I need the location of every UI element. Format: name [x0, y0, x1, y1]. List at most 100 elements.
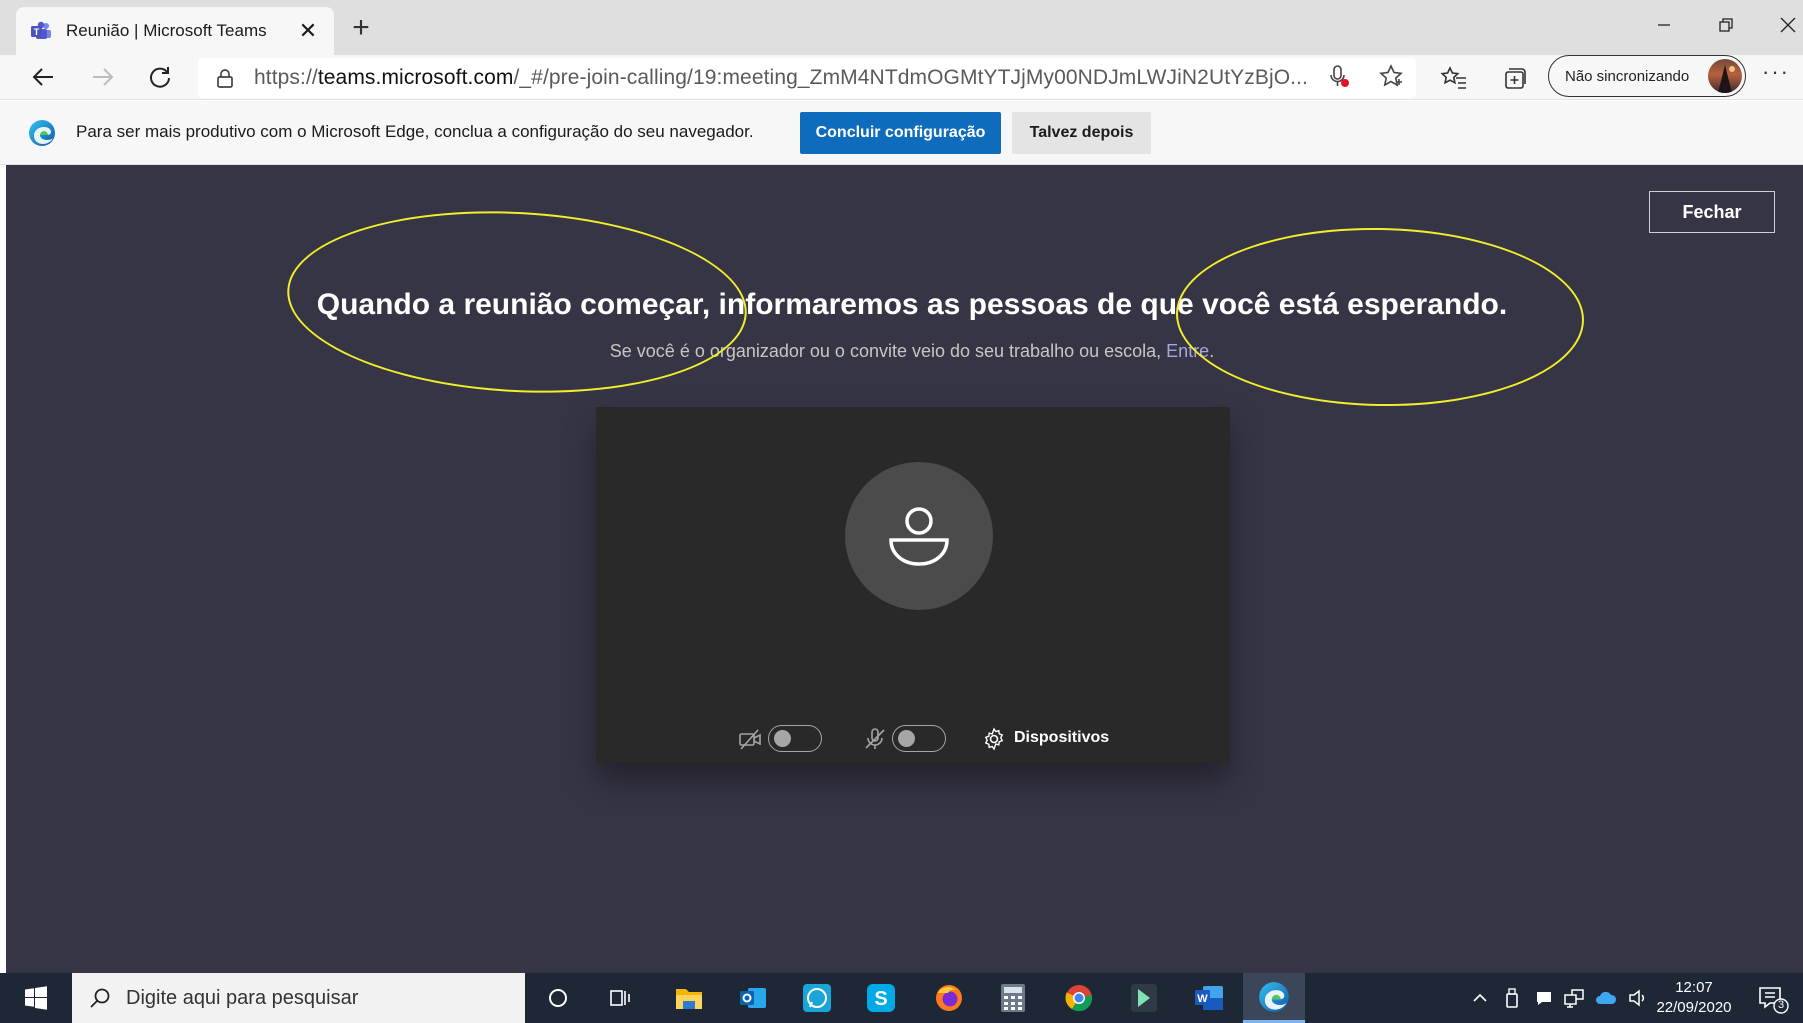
address-bar[interactable]: https://teams.microsoft.com/_#/pre-join-…: [198, 58, 1416, 98]
url-path: /_#/pre-join-calling/19:meeting_ZmM4NTdm…: [513, 66, 1308, 89]
avatar: [1708, 59, 1742, 93]
cortana-button[interactable]: [527, 973, 589, 1023]
restore-button[interactable]: [1696, 0, 1756, 50]
volume-tray-button[interactable]: [1626, 986, 1650, 1010]
cortana-icon: [549, 989, 567, 1007]
video-preview: Dispositivos: [596, 407, 1230, 763]
edge-button[interactable]: [1243, 973, 1305, 1023]
network-tray-button[interactable]: [1562, 986, 1586, 1010]
favorites-icon[interactable]: [1440, 64, 1468, 92]
restore-icon: [1719, 18, 1733, 32]
close-button[interactable]: Fechar: [1649, 191, 1775, 233]
url-text[interactable]: https://teams.microsoft.com/_#/pre-join-…: [254, 66, 1416, 90]
svg-text:T: T: [34, 27, 40, 37]
maybe-later-button[interactable]: Talvez depois: [1012, 112, 1151, 154]
calculator-button[interactable]: [982, 973, 1044, 1023]
more-button[interactable]: ···: [1762, 59, 1790, 85]
tab-strip: T Reunião | Microsoft Teams ✕ +: [0, 0, 1803, 55]
teams-icon: T: [31, 21, 51, 39]
app-arrow-icon: [1131, 984, 1157, 1012]
minimize-icon: [1658, 24, 1670, 26]
sign-in-hint-text: Se você é o organizador ou o convite vei…: [609, 341, 1162, 361]
avatar-image-icon: [1718, 65, 1735, 93]
sign-in-hint: Se você é o organizador ou o convite vei…: [6, 341, 1803, 362]
teams-prejoin-screen: Fechar Quando a reunião começar, informa…: [6, 165, 1803, 973]
forward-arrow-icon: [93, 68, 114, 86]
browser-toolbar: https://teams.microsoft.com/_#/pre-join-…: [0, 55, 1803, 100]
tab-title: Reunião | Microsoft Teams: [66, 21, 267, 40]
svg-text:S: S: [874, 988, 887, 1010]
start-button[interactable]: [0, 973, 72, 1023]
chrome-button[interactable]: [1048, 973, 1110, 1023]
action-center-button[interactable]: 3: [1756, 983, 1790, 1015]
new-tab-button[interactable]: +: [342, 10, 380, 48]
usb-drive-icon: [1506, 988, 1518, 1008]
show-hidden-icons-button[interactable]: [1468, 986, 1492, 1010]
whatsapp-icon: [803, 984, 831, 1012]
favorite-star-icon[interactable]: [1378, 63, 1404, 89]
mic-toggle-knob: [898, 730, 915, 747]
mic-off-icon: [865, 728, 885, 749]
windows-logo-icon: [25, 986, 47, 1010]
avatar: [845, 462, 993, 610]
back-button[interactable]: [24, 57, 64, 97]
outlook-icon: [740, 988, 766, 1008]
skype-button[interactable]: S: [850, 973, 912, 1023]
page-title: Quando a reunião começar, informaremos a…: [316, 288, 1508, 321]
search-icon: [90, 988, 110, 1008]
outlook-button[interactable]: [722, 973, 784, 1023]
mic-toggle[interactable]: [892, 725, 946, 752]
chat-bubble-icon: [1537, 992, 1551, 1005]
forward-button[interactable]: [82, 57, 122, 97]
clock-date: 22/09/2020: [1656, 999, 1732, 1016]
windows-taskbar: Digite aqui para pesquisar S W 12:07 22/…: [0, 973, 1803, 1023]
firefox-icon: [936, 985, 962, 1011]
devices-button[interactable]: Dispositivos: [1014, 729, 1109, 747]
sign-in-hint-end: .: [1209, 341, 1215, 361]
tab-teams-meeting[interactable]: T Reunião | Microsoft Teams ✕: [16, 7, 334, 55]
collections-icon[interactable]: [1500, 64, 1528, 92]
arrow-app-button[interactable]: [1113, 973, 1175, 1023]
tab-close-button[interactable]: ✕: [296, 18, 320, 44]
edge-setup-infobar: Para ser mais produtivo com o Microsoft …: [0, 101, 1803, 165]
whatsapp-button[interactable]: [786, 973, 848, 1023]
firefox-button[interactable]: [918, 973, 980, 1023]
camera-blocked-icon[interactable]: [1326, 63, 1352, 89]
taskbar-clock[interactable]: 12:07 22/09/2020: [1652, 978, 1736, 1018]
file-explorer-button[interactable]: [658, 973, 720, 1023]
onedrive-tray-button[interactable]: [1594, 986, 1618, 1010]
user-placeholder-icon: [889, 507, 949, 566]
sign-in-link[interactable]: Entre: [1166, 341, 1209, 361]
taskbar-search[interactable]: Digite aqui para pesquisar: [72, 973, 525, 1023]
camera-toggle-knob: [774, 730, 791, 747]
onedrive-cloud-icon: [1596, 991, 1617, 1004]
profile-button[interactable]: Não sincronizando: [1548, 55, 1746, 97]
device-controls: Dispositivos: [596, 719, 1230, 759]
close-window-button[interactable]: [1758, 0, 1803, 50]
minimize-button[interactable]: [1634, 0, 1694, 50]
gear-icon[interactable]: [982, 727, 1006, 751]
app-tray-button[interactable]: [1532, 986, 1556, 1010]
lock-icon[interactable]: [214, 67, 236, 89]
file-explorer-icon: [676, 989, 702, 1009]
speaker-icon: [1629, 989, 1645, 1007]
calculator-icon: [1001, 984, 1025, 1012]
task-view-button[interactable]: [589, 973, 651, 1023]
refresh-button[interactable]: [140, 57, 180, 97]
url-host: teams.microsoft.com: [317, 66, 514, 89]
camera-toggle[interactable]: [768, 725, 822, 752]
url-scheme: https://: [254, 66, 318, 89]
word-button[interactable]: W: [1178, 973, 1240, 1023]
usb-tray-button[interactable]: [1500, 986, 1524, 1010]
close-icon: [1780, 17, 1796, 33]
complete-setup-button[interactable]: Concluir configuração: [800, 112, 1001, 154]
camera-off-icon: [739, 729, 761, 750]
edge-logo-icon: [29, 120, 55, 146]
chevron-up-icon: [1473, 993, 1487, 1002]
clock-time: 12:07: [1675, 979, 1713, 996]
refresh-icon: [150, 67, 170, 88]
search-placeholder: Digite aqui para pesquisar: [126, 986, 359, 1009]
chrome-icon: [1065, 985, 1093, 1012]
network-icon: [1564, 989, 1584, 1008]
task-view-icon: [610, 990, 630, 1006]
